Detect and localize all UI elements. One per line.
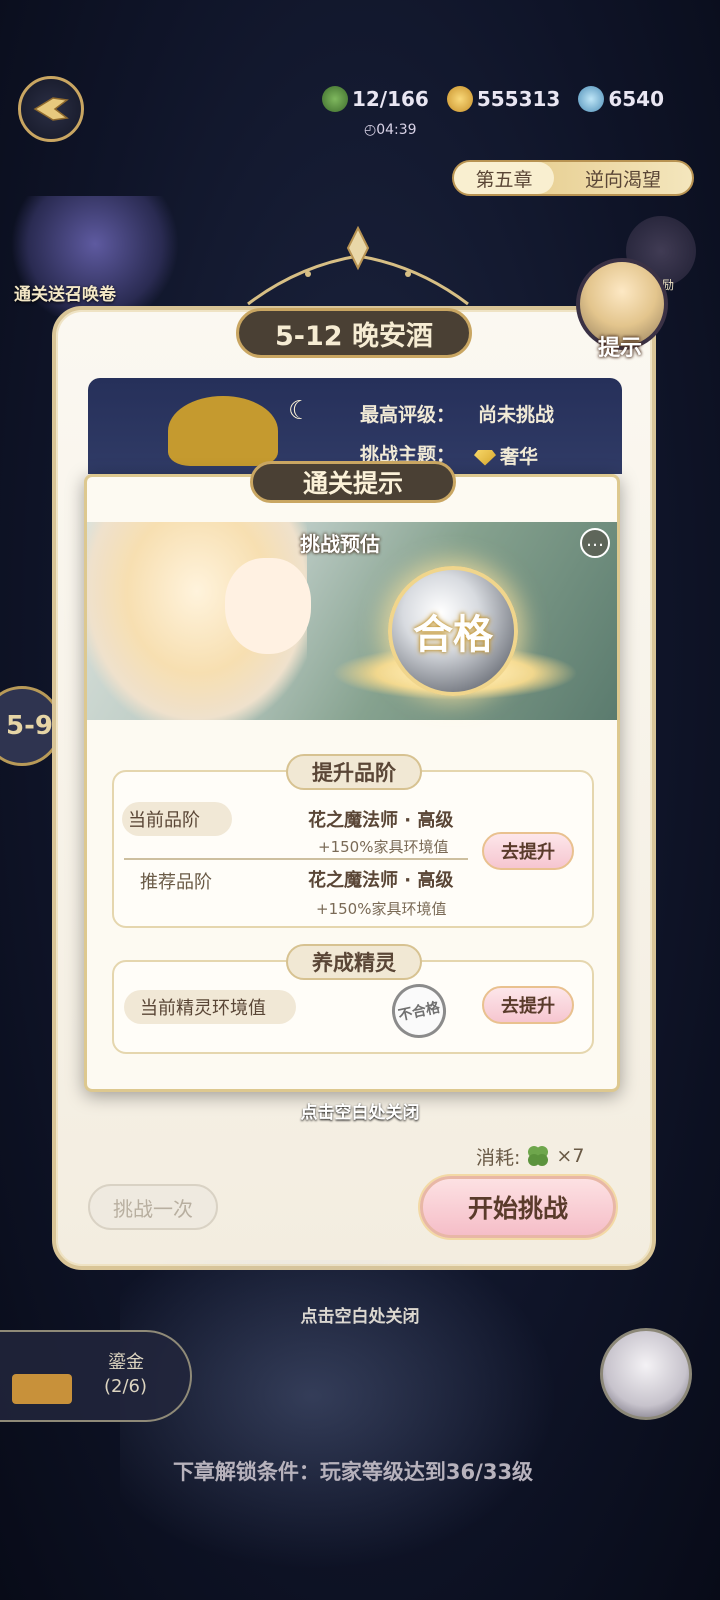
stamina-resource[interactable]: 12/166 [321,86,429,112]
tips-close-hint[interactable]: 点击空白处关闭 [0,1098,720,1123]
result-orb: 合格 [388,566,518,696]
flower-decoration [120,1260,600,1600]
recommended-grade-bonus: +150%家具环境值 [316,900,447,918]
npc-avatar[interactable] [600,1328,692,1420]
gem-icon [578,86,605,112]
coin-icon [446,86,473,112]
furniture-title: 鎏金 [108,1352,144,1373]
grade-divider [124,858,468,860]
result-text: 合格 [413,612,493,658]
more-icon[interactable]: … [580,528,610,558]
stage-node-label: 5-9 [6,711,53,741]
moon-icon: ☾ [288,396,312,426]
estimate-label: 挑战预估 [300,532,380,556]
level-title: 5-12 晚安酒 [236,308,472,358]
spirit-section-heading: 养成精灵 [286,944,422,980]
coin-resource[interactable]: 555313 [446,86,561,112]
best-rating-label: 最高评级： [360,404,456,426]
hint-label: 提示 [598,336,643,361]
panel-crown-ornament [247,226,469,306]
furniture-progress: (2/6) [104,1376,148,1397]
theme-value: 奢华 [500,446,539,468]
consume-count: ×7 [556,1145,585,1167]
stamina-value: 12/166 [351,87,429,111]
chapter-tag[interactable]: 第五章 逆向渴望 [452,160,694,196]
challenge-once-button[interactable]: 挑战一次 [88,1184,218,1230]
spirit-value-label: 当前精灵环境值 [124,990,296,1024]
upgrade-spirit-button[interactable]: 去提升 [482,986,574,1024]
chapter-unlock-condition: 下章解锁条件：玩家等级达到36/33级 [172,1460,534,1484]
back-button[interactable] [18,76,84,142]
clover-icon [528,1146,549,1166]
stamina-timer: ◴04:39 [364,122,417,138]
start-challenge-button[interactable]: 开始挑战 [420,1176,616,1238]
gem-value: 6540 [608,87,664,111]
recommended-grade-name: 花之魔法师 · 高级 [308,870,454,891]
bed-icon [12,1374,72,1404]
diamond-icon [474,449,496,466]
recommended-grade-label: 推荐品阶 [140,872,212,893]
back-wing-icon [33,97,69,121]
current-grade-label: 当前品阶 [122,802,232,836]
gem-resource[interactable]: 6540 [578,86,664,112]
fairy-face [225,558,311,654]
clover-icon [321,86,348,112]
current-grade-name: 花之魔法师 · 高级 [308,810,454,831]
tips-title: 通关提示 [250,461,456,503]
consume-label: 消耗: [476,1146,521,1169]
furniture-card[interactable]: 鎏金 (2/6) [0,1330,192,1422]
grade-section-heading: 提升品阶 [286,754,422,790]
upgrade-grade-button[interactable]: 去提升 [482,832,574,870]
resource-bar: 12/166 555313 6540 [321,86,664,112]
current-grade-bonus: +150%家具环境值 [318,838,449,856]
chapter-name: 逆向渴望 [584,168,661,191]
consume-info: 消耗: ×7 [476,1142,584,1170]
summon-promo-text: 通关送召唤卷 [14,285,116,305]
level-art: ☾ 最高评级： 尚未挑战 挑战主题： 奢华 [88,378,622,474]
chapter-number: 第五章 [454,162,554,194]
coin-value: 555313 [476,87,561,111]
character-hat [168,396,278,466]
theme-value-wrap: 奢华 [474,442,538,469]
best-rating-value: 尚未挑战 [478,404,555,426]
